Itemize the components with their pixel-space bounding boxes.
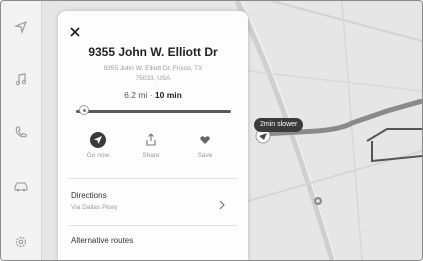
directions-title: Directions [71,191,107,200]
divider [68,225,238,226]
trip-separator: · [149,90,153,100]
destination-title: 9355 John W. Elliott Dr [88,45,218,59]
music-note-icon[interactable] [1,66,41,92]
route-progress-knob[interactable] [78,105,89,115]
alternative-routes-title: Alternative routes [71,236,134,245]
navigation-arrow-icon[interactable] [1,14,41,40]
close-icon [70,27,80,37]
destination-panel: 9355 John W. Elliott Dr 9355 John W. Ell… [58,11,248,260]
trip-duration: 10 min [154,90,182,100]
chevron-right-icon [218,197,226,210]
save-button[interactable]: Save [180,131,230,159]
car-icon[interactable] [1,173,41,199]
sidebar [1,1,42,260]
share-icon [126,131,176,149]
go-now-button[interactable]: Go now [73,131,123,159]
trip-distance: 6.2 mi [124,90,148,100]
trip-summary: 6.2 mi · 10 min [58,90,248,100]
go-now-label: Go now [86,152,110,159]
route-time-badge[interactable]: 2min slower [254,118,304,132]
divider [68,178,238,179]
close-button[interactable] [68,25,82,39]
app-window: 2min slower 9355 John W. Elliott Dr 9355… [0,0,423,261]
address-line-1: 9355 John W. Elliott Dr, Frisco, TX [103,65,203,72]
directions-subtitle: Via Dallas Pkwy [71,204,118,211]
save-label: Save [197,152,213,159]
share-button[interactable]: Share [126,131,176,159]
navigation-arrow-icon [73,131,123,149]
address-line-2: 75033, USA [135,75,171,82]
route-progress-bar [76,110,231,113]
share-label: Share [142,152,160,159]
settings-gear-icon[interactable] [1,229,41,255]
heart-icon [180,131,230,149]
phone-icon[interactable] [1,119,41,145]
